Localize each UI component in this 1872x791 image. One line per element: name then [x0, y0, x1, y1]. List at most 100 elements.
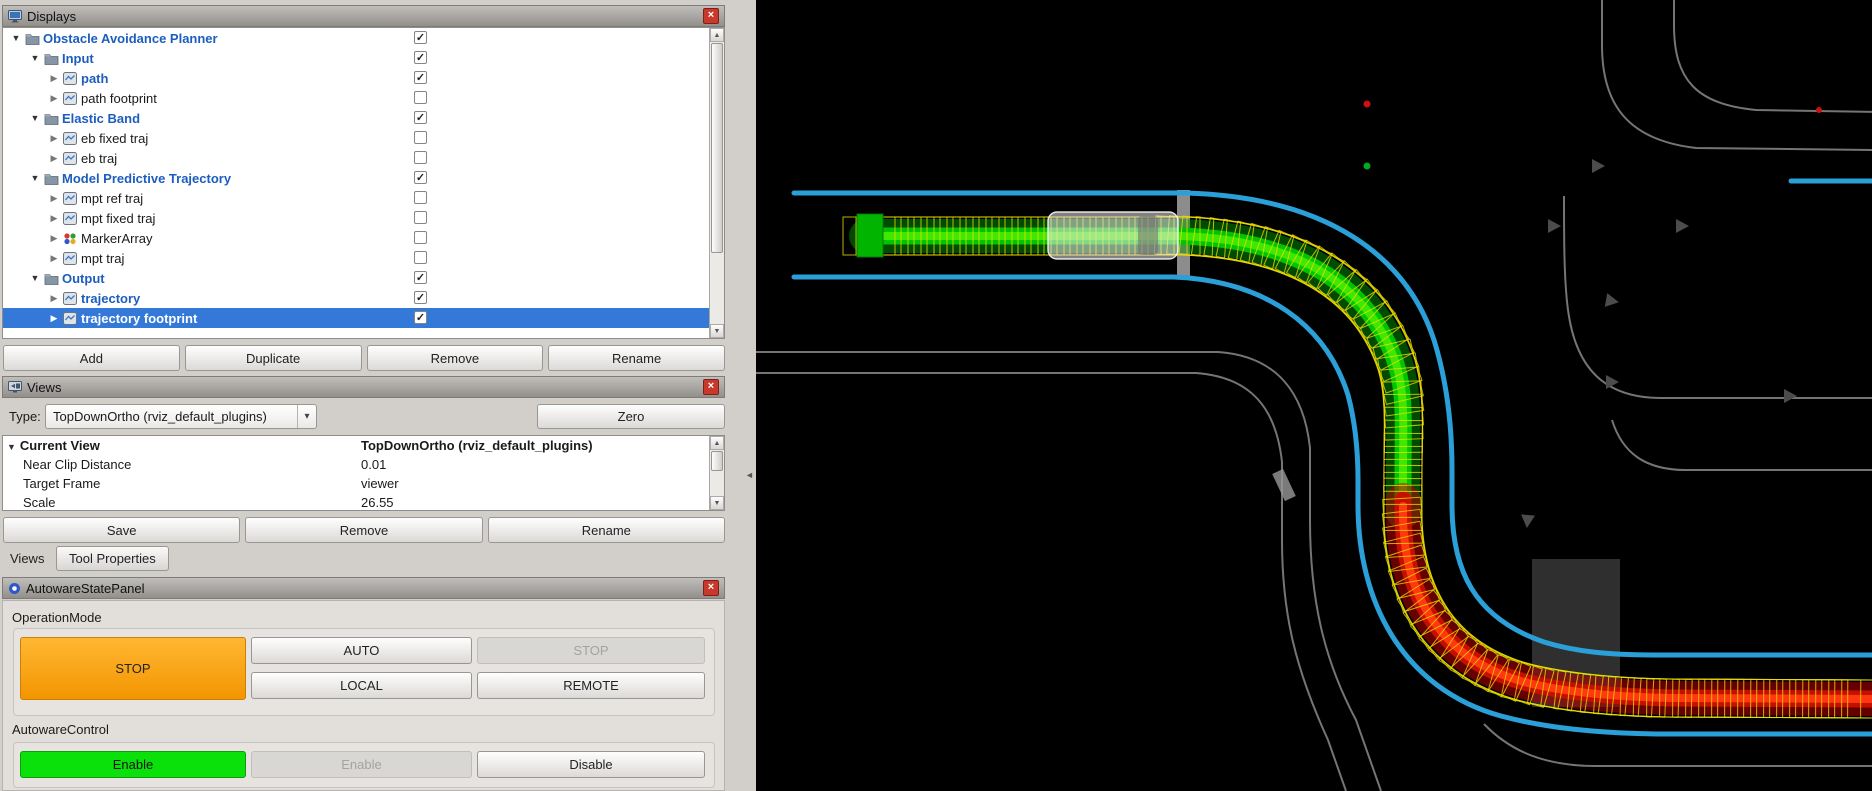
scroll-up-icon[interactable]: ▲	[710, 28, 724, 42]
views-panel-title: Views	[27, 380, 698, 395]
display-row-path-footprint[interactable]: ▶ path footprint	[3, 88, 724, 108]
display-row-mpt-fixed-traj[interactable]: ▶mpt fixed traj	[3, 208, 724, 228]
display-enabled-checkbox[interactable]: ✓	[414, 271, 427, 284]
scroll-down-icon[interactable]: ▼	[710, 324, 724, 338]
property-row-near-clip-distance[interactable]: Near Clip Distance0.01	[3, 455, 724, 474]
display-label: MarkerArray	[81, 231, 153, 246]
remove-button[interactable]: Remove	[367, 345, 544, 371]
duplicate-button[interactable]: Duplicate	[185, 345, 362, 371]
display-enabled-checkbox[interactable]: ✓	[414, 71, 427, 84]
display-label: Output	[62, 271, 105, 286]
display-enabled-checkbox[interactable]	[414, 131, 427, 144]
scroll-up-icon[interactable]: ▲	[710, 436, 724, 450]
display-row-mpt-traj[interactable]: ▶ mpt traj	[3, 248, 724, 268]
state-panel-close-button[interactable]: ×	[703, 580, 719, 596]
display-enabled-checkbox[interactable]	[414, 251, 427, 264]
tab-views[interactable]: Views	[10, 551, 44, 566]
view-properties-scrollbar[interactable]: ▲ ▼	[709, 436, 724, 510]
display-enabled-checkbox[interactable]: ✓	[414, 311, 427, 324]
property-value[interactable]: viewer	[361, 476, 724, 491]
display-row-model-predictive-trajectory[interactable]: ▼Model Predictive Trajectory✓	[3, 168, 724, 188]
display-row-elastic-band[interactable]: ▼ Elastic Band ✓	[3, 108, 724, 128]
auto-mode-button[interactable]: AUTO	[251, 637, 472, 664]
property-row-target-frame[interactable]: Target Frameviewer	[3, 474, 724, 493]
property-row-current-view[interactable]: ▼Current ViewTopDownOrtho (rviz_default_…	[3, 436, 724, 455]
type-label: Type:	[9, 409, 41, 424]
expand-arrow-icon[interactable]: ▶	[47, 133, 61, 144]
display-enabled-checkbox[interactable]: ✓	[414, 31, 427, 44]
display-enabled-checkbox[interactable]	[414, 231, 427, 244]
local-mode-button[interactable]: LOCAL	[251, 672, 472, 699]
displays-close-button[interactable]: ×	[703, 8, 719, 24]
disable-button[interactable]: Disable	[477, 751, 705, 778]
displays-monitor-icon	[8, 10, 22, 23]
expand-arrow-icon[interactable]: ▶	[47, 73, 61, 84]
display-row-trajectory-footprint[interactable]: ▶trajectory footprint✓	[3, 308, 724, 328]
zero-button[interactable]: Zero	[537, 404, 725, 429]
display-enabled-checkbox[interactable]: ✓	[414, 51, 427, 64]
property-value[interactable]: 26.55	[361, 495, 724, 510]
3d-viewport[interactable]	[756, 0, 1872, 791]
expand-arrow-icon[interactable]: ▶	[47, 193, 61, 204]
display-row-path[interactable]: ▶path✓	[3, 68, 724, 88]
expand-arrow-icon[interactable]: ▼	[28, 273, 42, 283]
display-label: mpt traj	[81, 251, 124, 266]
display-label: Elastic Band	[62, 111, 140, 126]
expand-arrow-icon[interactable]: ▶	[47, 93, 61, 104]
display-row-trajectory[interactable]: ▶ trajectory ✓	[3, 288, 724, 308]
save-button[interactable]: Save	[3, 517, 240, 543]
stop-mode-button-active[interactable]: STOP	[20, 637, 246, 700]
expand-arrow-icon[interactable]: ▼	[7, 442, 16, 452]
display-row-output[interactable]: ▼ Output ✓	[3, 268, 724, 288]
display-enabled-checkbox[interactable]: ✓	[414, 111, 427, 124]
display-row-obstacle-avoidance-planner[interactable]: ▼Obstacle Avoidance Planner✓	[3, 28, 724, 48]
view-type-dropdown[interactable]: TopDownOrtho (rviz_default_plugins) ▾	[45, 404, 317, 429]
enable-button-active[interactable]: Enable	[20, 751, 246, 778]
display-enabled-checkbox[interactable]	[414, 211, 427, 224]
display-enabled-checkbox[interactable]	[414, 151, 427, 164]
displays-tree-scrollbar[interactable]: ▲ ▼	[709, 28, 724, 338]
expand-arrow-icon[interactable]: ▼	[28, 53, 42, 63]
display-row-input[interactable]: ▼Input✓	[3, 48, 724, 68]
views-rename-button[interactable]: Rename	[488, 517, 725, 543]
expand-arrow-icon[interactable]: ▶	[47, 213, 61, 224]
property-name: Scale	[3, 495, 361, 510]
expand-arrow-icon[interactable]: ▶	[47, 233, 61, 244]
expand-arrow-icon[interactable]: ▶	[47, 313, 61, 324]
display-enabled-checkbox[interactable]	[414, 191, 427, 204]
property-value[interactable]: TopDownOrtho (rviz_default_plugins)	[361, 438, 724, 453]
expand-arrow-icon[interactable]: ▶	[47, 153, 61, 164]
display-label: eb fixed traj	[81, 131, 148, 146]
display-row-eb-fixed-traj[interactable]: ▶ eb fixed traj	[3, 128, 724, 148]
folder-icon	[42, 272, 60, 285]
expand-arrow-icon[interactable]: ▶	[47, 253, 61, 264]
display-row-markerarray[interactable]: ▶ MarkerArray	[3, 228, 724, 248]
tab-tool-properties[interactable]: Tool Properties	[56, 546, 169, 571]
panel-collapse-arrow[interactable]: ◄	[745, 470, 754, 480]
folder-icon	[23, 32, 41, 45]
scrollbar-thumb[interactable]	[711, 451, 723, 471]
remote-mode-button[interactable]: REMOTE	[477, 672, 705, 699]
expand-arrow-icon[interactable]: ▼	[9, 33, 23, 43]
expand-arrow-icon[interactable]: ▼	[28, 173, 42, 183]
display-row-mpt-ref-traj[interactable]: ▶mpt ref traj	[3, 188, 724, 208]
scroll-down-icon[interactable]: ▼	[710, 496, 724, 510]
rename-button[interactable]: Rename	[548, 345, 725, 371]
expand-arrow-icon[interactable]: ▶	[47, 293, 61, 304]
display-enabled-checkbox[interactable]	[414, 91, 427, 104]
property-row-scale[interactable]: Scale26.55	[3, 493, 724, 511]
view-properties-table: ▼Current ViewTopDownOrtho (rviz_default_…	[2, 435, 725, 511]
views-remove-button[interactable]: Remove	[245, 517, 482, 543]
expand-arrow-icon[interactable]: ▼	[28, 113, 42, 123]
display-enabled-checkbox[interactable]: ✓	[414, 171, 427, 184]
display-label: path footprint	[81, 91, 157, 106]
folder-icon	[42, 112, 60, 125]
display-row-eb-traj[interactable]: ▶eb traj	[3, 148, 724, 168]
property-value[interactable]: 0.01	[361, 457, 724, 472]
scrollbar-thumb[interactable]	[711, 43, 723, 253]
display-label: trajectory	[81, 291, 140, 306]
displays-panel-title: Displays	[27, 9, 698, 24]
display-enabled-checkbox[interactable]: ✓	[414, 291, 427, 304]
views-close-button[interactable]: ×	[703, 379, 719, 395]
add-button[interactable]: Add	[3, 345, 180, 371]
